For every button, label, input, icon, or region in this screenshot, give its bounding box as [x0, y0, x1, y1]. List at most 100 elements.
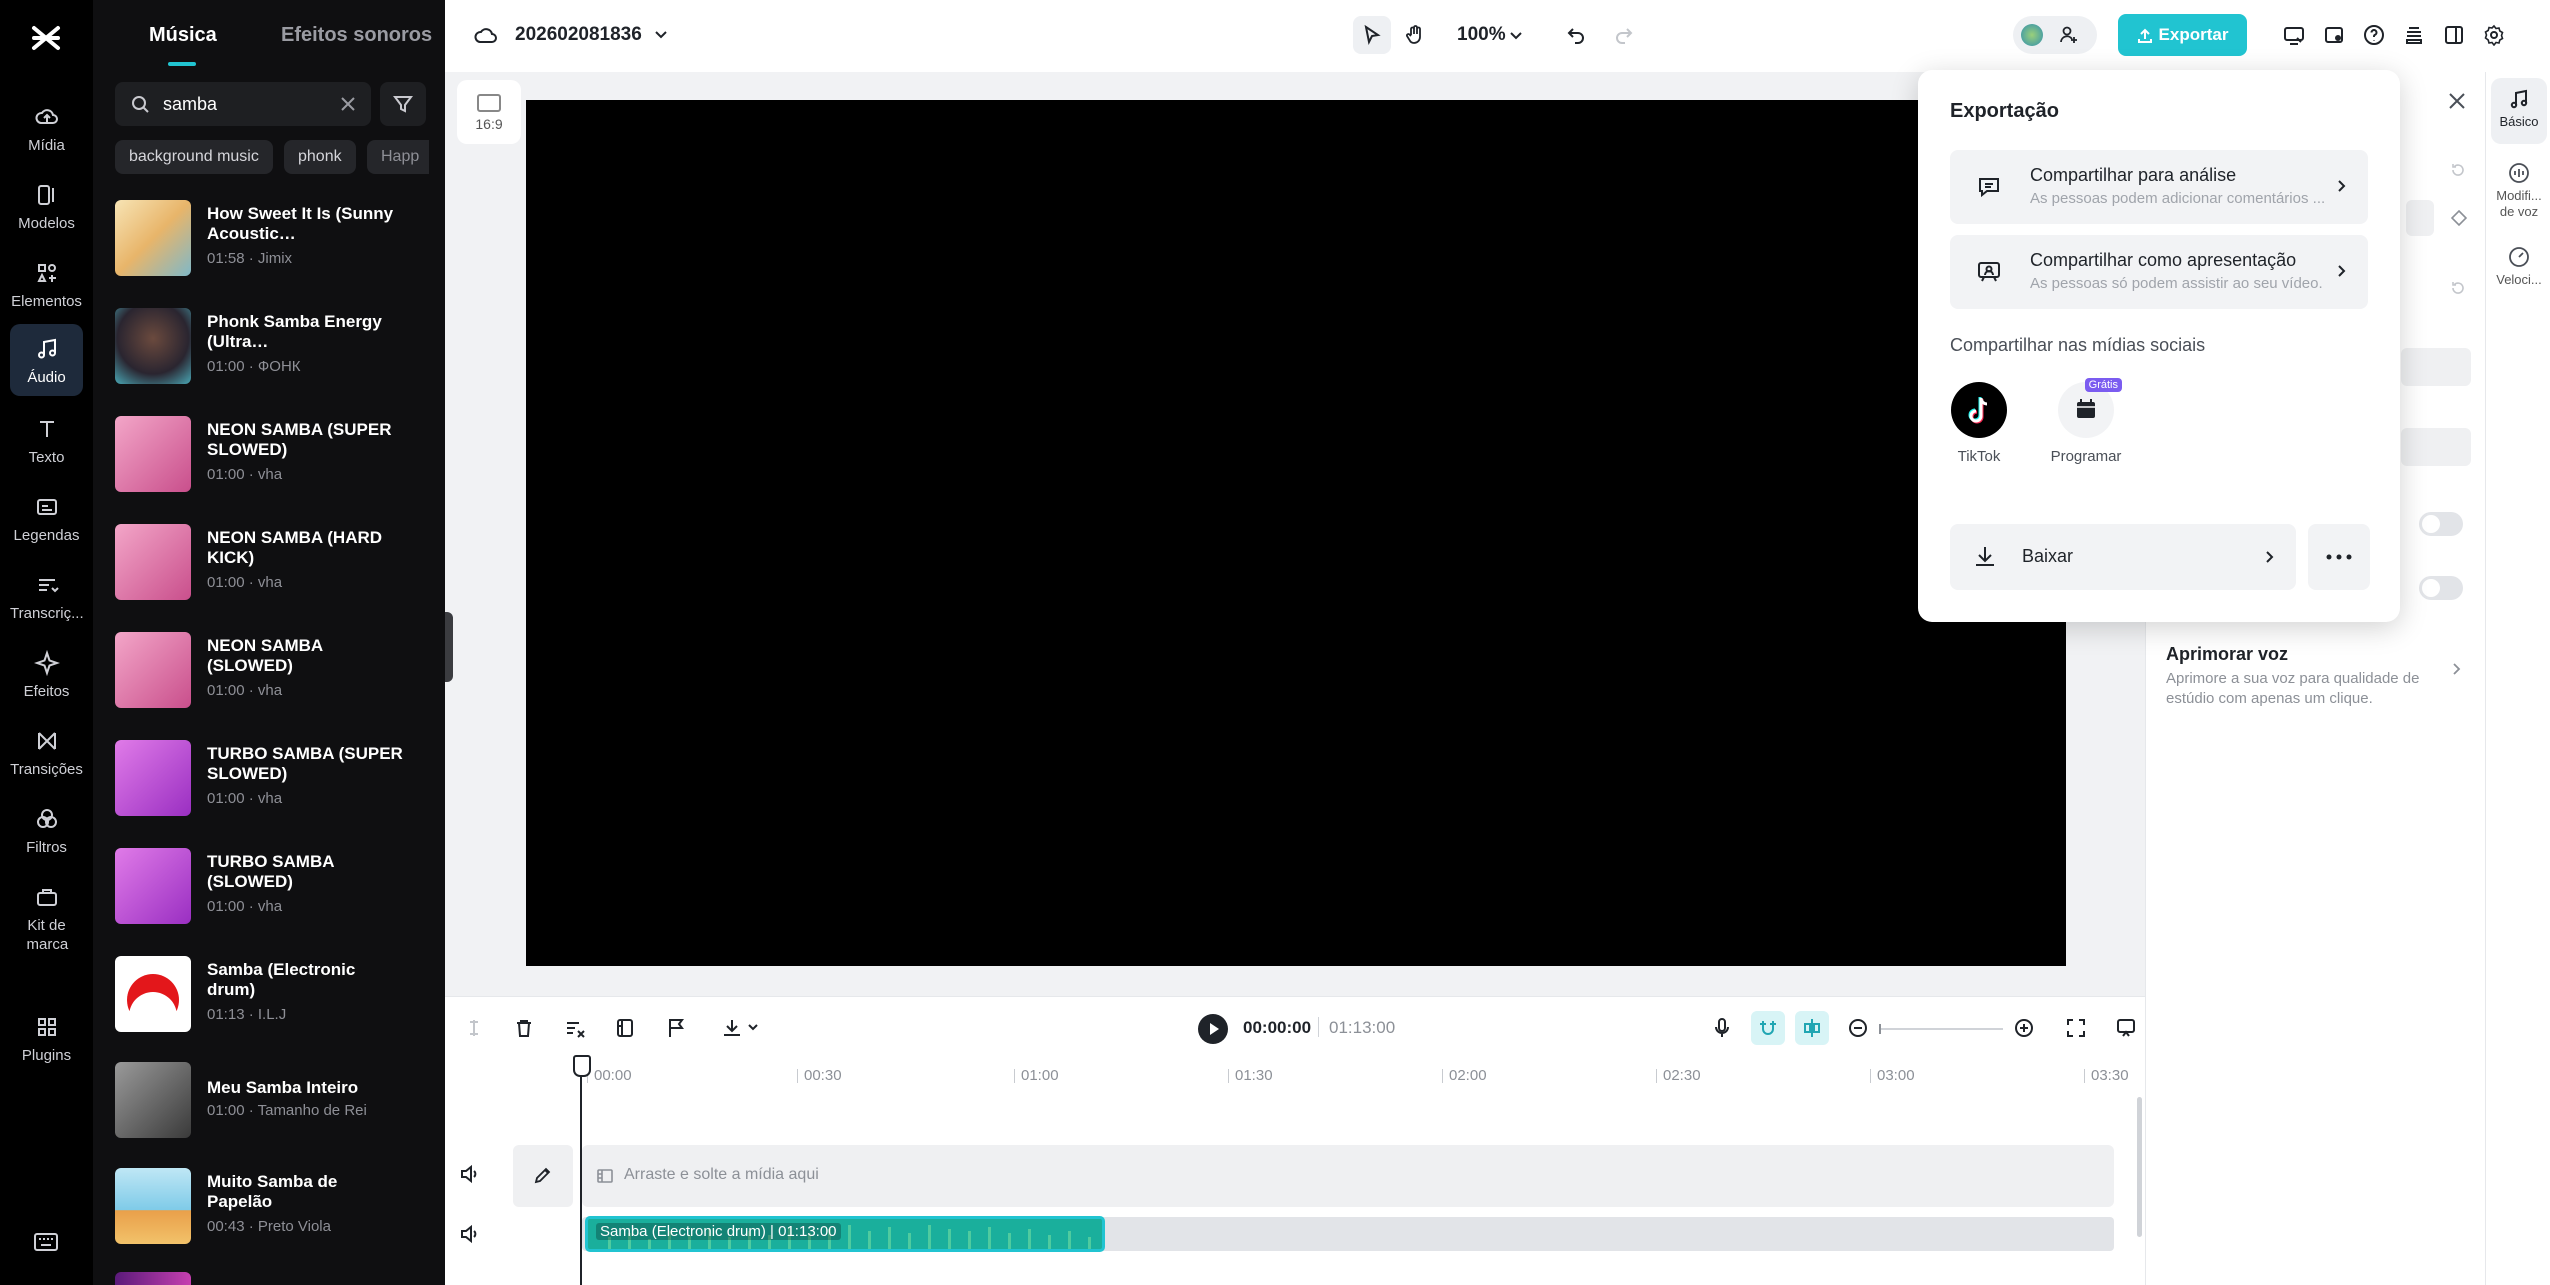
- aspect-ratio-button[interactable]: 16:9: [457, 80, 521, 144]
- zoom-out-button[interactable]: [1843, 1013, 1873, 1043]
- playhead[interactable]: [573, 1055, 591, 1285]
- rail-item-brand-kit[interactable]: Kit de marca: [10, 880, 83, 976]
- marker-button[interactable]: [661, 1013, 691, 1043]
- delete-button[interactable]: [509, 1013, 539, 1043]
- track-item[interactable]: How Sweet It Is (Sunny Acoustic… 01:58 ·…: [115, 200, 425, 276]
- freeze-button[interactable]: [610, 1013, 640, 1043]
- track-item[interactable]: TURBO SAMBA (SLOWED) 01:00 · vha: [115, 848, 425, 924]
- rail-item-text[interactable]: Texto: [10, 412, 83, 472]
- timeline-settings-button[interactable]: [2111, 1013, 2141, 1043]
- rail-item-transcription[interactable]: Transcriç...: [10, 568, 84, 628]
- zoom-level[interactable]: 100%: [1457, 24, 1506, 46]
- project-name[interactable]: 202602081836: [515, 24, 642, 46]
- edit-track-button[interactable]: [513, 1145, 573, 1207]
- schedule-button[interactable]: Grátis Programar: [2036, 378, 2136, 465]
- close-icon[interactable]: [2448, 92, 2466, 110]
- tab-sound-effects[interactable]: Efeitos sonoros: [281, 24, 432, 47]
- rail-item-effects[interactable]: Efeitos: [10, 646, 83, 706]
- rail-item-plugins[interactable]: Plugins: [10, 1010, 83, 1070]
- chevron-down-icon[interactable]: [1509, 28, 1523, 42]
- settings-button[interactable]: [2475, 16, 2513, 54]
- enhance-voice-title[interactable]: Aprimorar voz: [2166, 644, 2288, 665]
- tab-speed[interactable]: Veloci...: [2491, 240, 2547, 290]
- record-voice-button[interactable]: [1707, 1013, 1737, 1043]
- reset-icon[interactable]: [2450, 280, 2466, 296]
- cloud-sync-icon[interactable]: [473, 22, 499, 48]
- share-for-review-option[interactable]: Compartilhar para análise As pessoas pod…: [1950, 150, 2368, 224]
- value-field[interactable]: [2406, 200, 2434, 236]
- layout-button[interactable]: [2435, 16, 2473, 54]
- undo-button[interactable]: [1557, 16, 1595, 54]
- split-button[interactable]: [459, 1013, 489, 1043]
- keyframe-icon[interactable]: [2451, 210, 2467, 226]
- rail-item-media[interactable]: Mídia: [10, 100, 83, 160]
- trim-button[interactable]: [560, 1013, 590, 1043]
- clear-search-icon[interactable]: [339, 95, 357, 113]
- suggestion-chip[interactable]: background music: [115, 140, 273, 174]
- tab-basic[interactable]: Básico: [2491, 78, 2547, 144]
- tab-music[interactable]: Música: [149, 24, 217, 47]
- setting-field[interactable]: [2401, 428, 2471, 466]
- fit-timeline-button[interactable]: [2061, 1013, 2091, 1043]
- export-button[interactable]: Exportar: [2118, 14, 2247, 56]
- rail-item-elements[interactable]: Elementos: [10, 256, 83, 316]
- track-item[interactable]: Samba (Electronic drum) 01:13 · I.L.J: [115, 956, 425, 1032]
- volume-icon[interactable]: [459, 1163, 485, 1189]
- share-as-presentation-option[interactable]: Compartilhar como apresentação As pessoa…: [1950, 235, 2368, 309]
- rail-item-captions[interactable]: Legendas: [10, 490, 83, 550]
- track-item[interactable]: NEON SAMBA (HARD KICK) 01:00 · vha: [115, 524, 425, 600]
- keyboard-icon[interactable]: [34, 1232, 58, 1252]
- toggle-switch[interactable]: [2419, 512, 2463, 536]
- track-item[interactable]: TURBO SAMBA (SUPER SLOWED) 01:00 · vha: [115, 740, 425, 816]
- magnet-snap-button[interactable]: [1751, 1011, 1785, 1045]
- present-button[interactable]: [2275, 16, 2313, 54]
- track-item[interactable]: NEON SAMBA (SUPER SLOWED) 01:00 · vha: [115, 416, 425, 492]
- main-track-dropzone[interactable]: Arraste e solte a mídia aqui: [582, 1145, 2114, 1207]
- filter-button[interactable]: [380, 82, 426, 126]
- track-item[interactable]: Phonk Samba Energy (Ultra… 01:00 · ФОНК: [115, 308, 425, 384]
- track-item[interactable]: NEON SAMBA (SLOWED) 01:00 · vha: [115, 632, 425, 708]
- more-options-button[interactable]: [2308, 524, 2370, 590]
- chevron-right-icon[interactable]: [2451, 662, 2463, 676]
- option-title: Compartilhar como apresentação: [2030, 250, 2297, 270]
- help-button[interactable]: [2355, 16, 2393, 54]
- suggestion-chip[interactable]: phonk: [284, 140, 356, 174]
- tiktok-share-button[interactable]: TikTok: [1929, 382, 2029, 465]
- track-item[interactable]: Meu Samba Inteiro 01:00 · Tamanho de Rei: [115, 1062, 425, 1138]
- linkage-button[interactable]: [1795, 1011, 1829, 1045]
- search-input[interactable]: samba: [115, 82, 371, 126]
- setting-field[interactable]: [2401, 348, 2471, 386]
- download-menu-button[interactable]: [719, 1013, 763, 1043]
- time-ruler[interactable]: 00:00 00:30 01:00 01:30 02:00 02:30 03:0…: [445, 1059, 2145, 1089]
- capcut-logo[interactable]: [26, 18, 66, 58]
- vertical-scrollbar[interactable]: [2137, 1097, 2142, 1237]
- tab-voice-changer[interactable]: Modifi... de voz: [2491, 156, 2547, 222]
- add-user-icon[interactable]: [2059, 25, 2079, 45]
- hand-tool-button[interactable]: [1396, 16, 1434, 54]
- avatar[interactable]: [2021, 24, 2043, 46]
- volume-icon[interactable]: [459, 1223, 485, 1249]
- ruler-tick: 00:00: [587, 1068, 632, 1083]
- zoom-slider[interactable]: [1879, 1024, 2003, 1034]
- share-button[interactable]: [2315, 16, 2353, 54]
- rail-item-audio[interactable]: Áudio: [10, 324, 83, 396]
- toggle-switch[interactable]: [2419, 576, 2463, 600]
- reset-icon[interactable]: [2450, 162, 2466, 178]
- suggestion-chip[interactable]: Happ: [367, 140, 429, 174]
- download-button[interactable]: Baixar: [1950, 524, 2296, 590]
- collaborators-group[interactable]: [2013, 16, 2097, 54]
- zoom-in-button[interactable]: [2009, 1013, 2039, 1043]
- rail-item-templates[interactable]: Modelos: [10, 178, 83, 238]
- panel-collapse-handle[interactable]: [445, 612, 453, 682]
- rail-item-transitions[interactable]: Transições: [10, 724, 83, 784]
- select-tool-button[interactable]: [1353, 16, 1391, 54]
- chevron-down-icon[interactable]: [653, 26, 669, 42]
- video-preview[interactable]: [526, 100, 2066, 966]
- rail-item-filters[interactable]: Filtros: [10, 802, 83, 862]
- redo-button[interactable]: [1605, 16, 1643, 54]
- track-item[interactable]: Muito Samba de Papelão 00:43 · Preto Vio…: [115, 1168, 425, 1244]
- audio-clip[interactable]: Samba (Electronic drum) | 01:13:00: [585, 1216, 1105, 1252]
- play-button[interactable]: [1198, 1014, 1228, 1044]
- zoom-slider-thumb[interactable]: [1879, 1024, 1881, 1034]
- layers-button[interactable]: [2395, 16, 2433, 54]
